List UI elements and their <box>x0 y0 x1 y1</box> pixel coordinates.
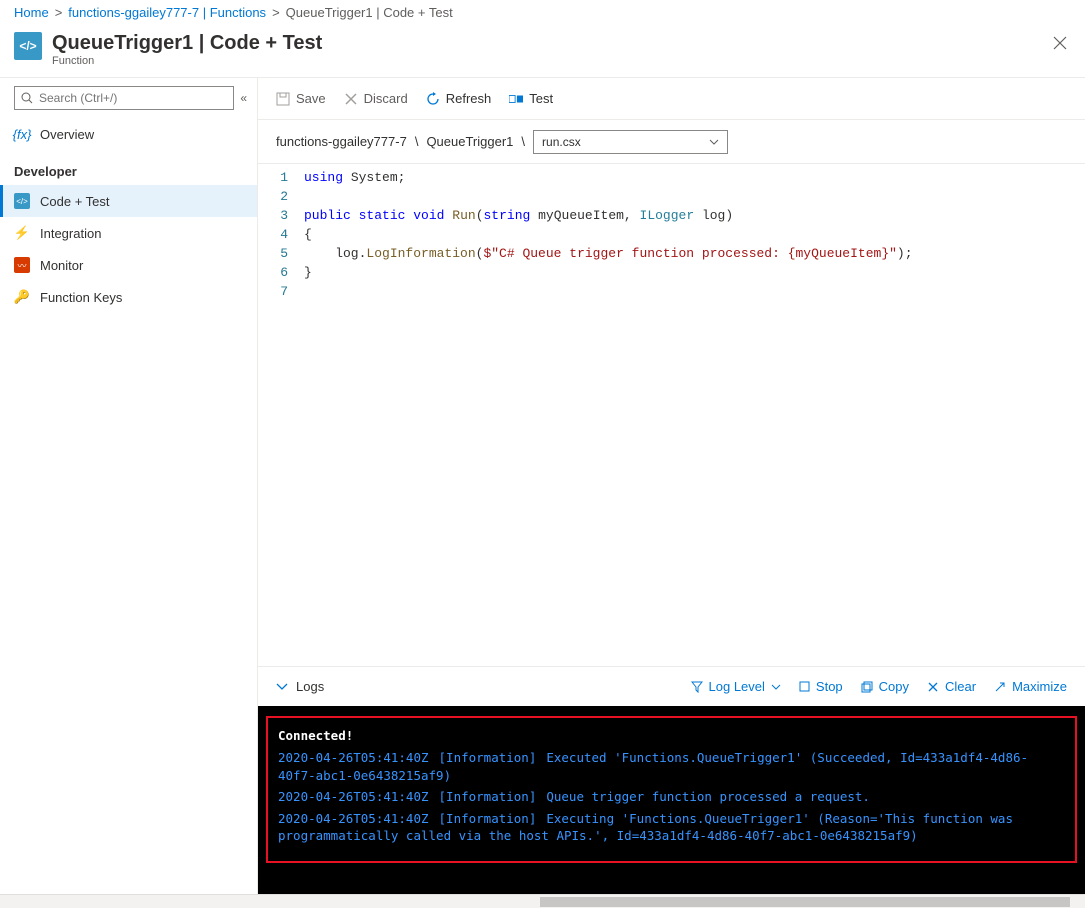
breadcrumb: Home > functions-ggailey777-7 | Function… <box>0 0 1085 24</box>
close-icon <box>1053 36 1067 50</box>
overview-icon: {fx} <box>14 126 30 142</box>
log-connected: Connected! <box>278 728 1065 743</box>
sidebar-item-label: Code + Test <box>40 194 110 209</box>
maximize-icon <box>994 681 1006 693</box>
file-selector-value: run.csx <box>542 135 581 149</box>
code-editor[interactable]: 1234567 using System; public static void… <box>258 164 1085 666</box>
sidebar-item-label: Overview <box>40 127 94 142</box>
code-icon: </> <box>14 193 30 209</box>
function-icon: </> <box>14 32 42 60</box>
sidebar-item-label: Integration <box>40 226 101 241</box>
logs-toolbar: Logs Log Level Stop Copy Cle <box>258 666 1085 706</box>
logs-label: Logs <box>296 679 324 694</box>
lightning-icon: ⚡ <box>14 225 30 241</box>
sidebar-item-integration[interactable]: ⚡ Integration <box>0 217 257 249</box>
test-icon <box>509 92 523 106</box>
sidebar-item-label: Function Keys <box>40 290 122 305</box>
log-highlight-box: Connected! 2020-04-26T05:41:40Z[Informat… <box>266 716 1077 863</box>
copy-button[interactable]: Copy <box>861 679 909 694</box>
filter-icon <box>691 681 703 693</box>
collapse-sidebar-button[interactable]: « <box>240 91 247 105</box>
chevron-down-icon <box>276 683 288 691</box>
chevron-right-icon: > <box>55 5 63 20</box>
search-input[interactable] <box>39 91 227 105</box>
breadcrumb-parent[interactable]: functions-ggailey777-7 | Functions <box>68 5 266 20</box>
chevron-down-icon <box>771 684 781 690</box>
key-icon: 🔑 <box>14 289 30 305</box>
log-line: 2020-04-26T05:41:40Z[Information]Executi… <box>278 810 1065 845</box>
stop-button[interactable]: Stop <box>799 679 843 694</box>
code-content[interactable]: using System; public static void Run(str… <box>298 164 1085 666</box>
sidebar-section-developer: Developer <box>0 150 257 185</box>
log-line: 2020-04-26T05:41:40Z[Information]Execute… <box>278 749 1065 784</box>
test-label: Test <box>529 91 553 106</box>
page-header: </> QueueTrigger1 | Code + Test Function <box>0 24 1085 78</box>
file-path-row: functions-ggailey777-7 \ QueueTrigger1 \… <box>258 120 1085 164</box>
copy-icon <box>861 681 873 693</box>
scrollbar-thumb[interactable] <box>540 897 1070 907</box>
clear-icon <box>927 681 939 693</box>
search-icon <box>21 92 33 104</box>
sidebar-item-label: Monitor <box>40 258 83 273</box>
test-button[interactable]: Test <box>509 91 553 106</box>
monitor-icon: 〰 <box>14 257 30 273</box>
chevron-right-icon: > <box>272 5 280 20</box>
refresh-label: Refresh <box>446 91 492 106</box>
discard-icon <box>344 92 358 106</box>
breadcrumb-current: QueueTrigger1 | Code + Test <box>286 5 453 20</box>
breadcrumb-home[interactable]: Home <box>14 5 49 20</box>
log-console[interactable]: Connected! 2020-04-26T05:41:40Z[Informat… <box>258 706 1085 894</box>
sidebar-item-keys[interactable]: 🔑 Function Keys <box>0 281 257 313</box>
logs-toggle[interactable]: Logs <box>276 679 324 694</box>
sidebar-item-code-test[interactable]: </> Code + Test <box>0 185 257 217</box>
path-segment: QueueTrigger1 <box>426 134 513 149</box>
refresh-button[interactable]: Refresh <box>426 91 492 106</box>
refresh-icon <box>426 92 440 106</box>
line-gutter: 1234567 <box>258 164 298 666</box>
log-level-dropdown[interactable]: Log Level <box>691 679 781 694</box>
sidebar: « {fx} Overview Developer </> Code + Tes… <box>0 78 258 894</box>
sidebar-item-monitor[interactable]: 〰 Monitor <box>0 249 257 281</box>
page-subtitle: Function <box>52 55 322 67</box>
chevron-down-icon <box>709 139 719 145</box>
maximize-button[interactable]: Maximize <box>994 679 1067 694</box>
search-box[interactable] <box>14 86 234 110</box>
save-icon <box>276 92 290 106</box>
sidebar-item-overview[interactable]: {fx} Overview <box>0 118 257 150</box>
stop-icon <box>799 681 810 692</box>
file-selector[interactable]: run.csx <box>533 130 728 154</box>
close-button[interactable] <box>1049 32 1071 54</box>
discard-label: Discard <box>364 91 408 106</box>
page-title: QueueTrigger1 | Code + Test <box>52 32 322 55</box>
save-label: Save <box>296 91 326 106</box>
discard-button[interactable]: Discard <box>344 91 408 106</box>
clear-button[interactable]: Clear <box>927 679 976 694</box>
path-separator: \ <box>521 134 525 149</box>
log-line: 2020-04-26T05:41:40Z[Information]Queue t… <box>278 788 1065 806</box>
path-segment: functions-ggailey777-7 <box>276 134 407 149</box>
path-separator: \ <box>415 134 419 149</box>
content-area: Save Discard Refresh Test functions-ggai… <box>258 78 1085 894</box>
toolbar: Save Discard Refresh Test <box>258 78 1085 120</box>
save-button[interactable]: Save <box>276 91 326 106</box>
horizontal-scrollbar[interactable] <box>0 894 1085 908</box>
